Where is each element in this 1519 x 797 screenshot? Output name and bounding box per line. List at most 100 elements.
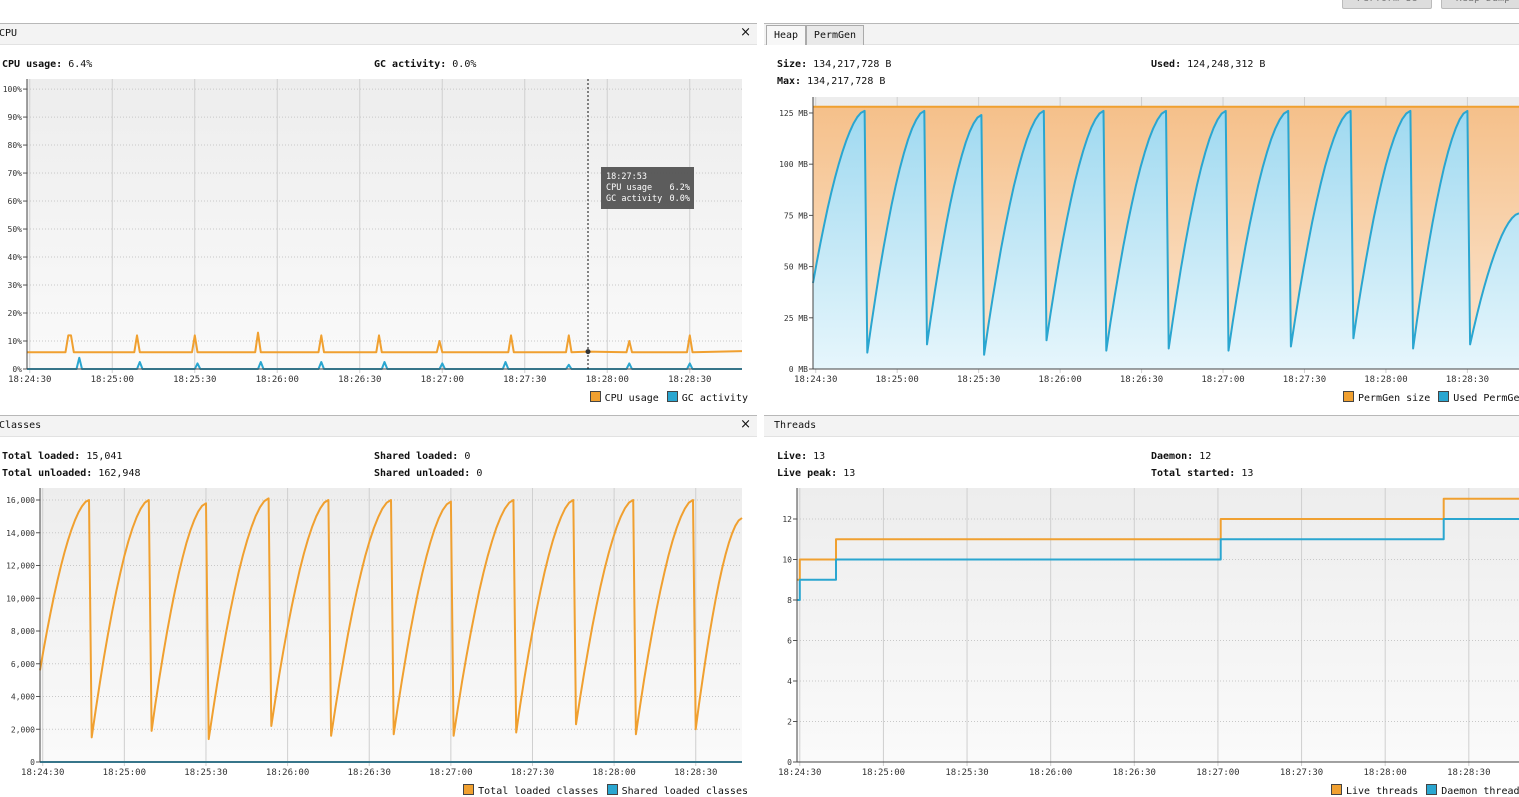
y-tick-label: 50 MB	[784, 263, 808, 272]
live-label: Live:	[777, 451, 808, 462]
y-tick-label: 14,000	[6, 529, 35, 538]
size-stat: Size: 134,217,728 B	[777, 59, 891, 70]
y-tick-label: 30%	[8, 281, 23, 290]
threads-chart: 18:24:30 18:25:00 18:25:30 18:26:00 18:26:30…	[778, 488, 1519, 778]
x-tick-label: 18:24:30	[21, 768, 64, 778]
live-peak-value: 13	[843, 468, 856, 479]
x-tick-label: 18:26:00	[1029, 768, 1072, 778]
x-tick-label: 18:26:30	[1120, 375, 1163, 385]
legend-swatch	[1426, 784, 1438, 795]
x-tick-label: 18:24:30	[8, 375, 51, 385]
x-tick-label: 18:27:30	[1280, 768, 1323, 778]
x-tick-label: 18:28:00	[586, 375, 629, 385]
x-tick-label: 18:27:00	[421, 375, 464, 385]
legend-item-cpu-usage: CPU usage	[589, 391, 659, 404]
y-tick-label: 4,000	[11, 693, 35, 702]
x-tick-label: 18:25:00	[875, 375, 918, 385]
tab-permgen[interactable]: PermGen	[806, 25, 864, 45]
x-tick-label: 18:24:30	[778, 768, 821, 778]
legend-swatch	[589, 391, 601, 402]
used-label: Used:	[1151, 59, 1182, 70]
tooltip-value: 6.2%	[669, 183, 690, 193]
legend-swatch	[606, 784, 618, 795]
close-icon[interactable]: ×	[740, 417, 751, 432]
total-started-value: 13	[1241, 468, 1254, 479]
tooltip-row: GC activity 0.0%	[606, 194, 694, 205]
cpu-panel-header: CPU ×	[0, 23, 757, 45]
classes-legend: Total loaded classes Shared loaded class…	[463, 784, 748, 797]
tooltip-row: CPU usage 6.2%	[606, 183, 694, 194]
y-tick-label: 10%	[8, 337, 23, 346]
permgen-chart: 18:24:30 18:25:00 18:25:30 18:26:00 18:26:30…	[779, 97, 1519, 385]
x-tick-label: 18:28:30	[674, 768, 717, 778]
x-tick-label: 18:27:30	[1283, 375, 1326, 385]
legend-item-permgen-size: PermGen size	[1343, 391, 1430, 404]
x-tick-label: 18:26:30	[348, 768, 391, 778]
total-loaded-stat: Total loaded: 15,041	[2, 451, 122, 462]
legend-item-daemon-threads: Daemon threads	[1426, 784, 1519, 797]
y-tick-label: 70%	[8, 169, 23, 178]
y-tick-label: 20%	[8, 309, 23, 318]
x-tick-label: 18:25:30	[957, 375, 1000, 385]
tab-heap[interactable]: Heap	[766, 25, 806, 45]
x-tick-label: 18:28:30	[1446, 375, 1489, 385]
legend-label: Shared loaded classes	[621, 786, 748, 797]
x-tick-label: 18:28:30	[668, 375, 711, 385]
y-tick-label: 8	[787, 596, 792, 605]
y-tick-label: 50%	[8, 225, 23, 234]
x-tick-label: 18:27:30	[511, 768, 554, 778]
plot-background	[797, 488, 1519, 762]
max-stat: Max: 134,217,728 B	[777, 76, 885, 87]
total-unloaded-label: Total unloaded:	[2, 468, 93, 479]
y-tick-label: 6,000	[11, 660, 35, 669]
legend-item-total-loaded: Total loaded classes	[463, 784, 599, 797]
legend-swatch	[666, 391, 678, 402]
legend-label: CPU usage	[604, 393, 659, 404]
y-tick-label: 6	[787, 636, 792, 645]
x-tick-label: 18:25:30	[173, 375, 216, 385]
cpu-usage-value: 6.4%	[68, 59, 93, 70]
shared-unloaded-label: Shared unloaded:	[374, 468, 471, 479]
x-tick-label: 18:25:00	[862, 768, 905, 778]
legend-label: PermGen size	[1358, 393, 1431, 404]
shared-loaded-label: Shared loaded:	[374, 451, 459, 462]
x-tick-label: 18:28:30	[1447, 768, 1490, 778]
live-stat: Live: 13	[777, 451, 825, 462]
cursor-point	[585, 349, 591, 355]
cpu-usage-stat: CPU usage: 6.4%	[2, 59, 92, 70]
legend-swatch	[1343, 391, 1354, 402]
shared-loaded-stat: Shared loaded: 0	[374, 451, 470, 462]
daemon-label: Daemon:	[1151, 451, 1194, 462]
classes-panel-header: Classes ×	[0, 415, 757, 437]
legend-item-shared-loaded: Shared loaded classes	[606, 784, 748, 797]
plot-background	[27, 79, 742, 369]
shared-loaded-value: 0	[464, 451, 471, 462]
y-tick-label: 10,000	[6, 594, 35, 603]
legend-label: GC activity	[681, 393, 748, 404]
tooltip-label: GC activity	[606, 194, 663, 204]
cpu-usage-label: CPU usage:	[2, 59, 63, 70]
tooltip-label: CPU usage	[606, 183, 653, 193]
shared-unloaded-value: 0	[476, 468, 483, 479]
x-tick-label: 18:27:30	[503, 375, 546, 385]
total-unloaded-value: 162,948	[98, 468, 141, 479]
size-value: 134,217,728 B	[813, 59, 892, 70]
memory-panel-header: Heap PermGen	[764, 23, 1519, 45]
size-label: Size:	[777, 59, 808, 70]
y-tick-label: 0%	[12, 365, 22, 374]
tooltip-time: 18:27:53	[606, 172, 647, 182]
y-tick-label: 8,000	[11, 627, 35, 636]
daemon-value: 12	[1199, 451, 1212, 462]
y-tick-label: 2	[787, 717, 792, 726]
legend-item-live-threads: Live threads	[1331, 784, 1418, 797]
close-icon[interactable]: ×	[740, 25, 751, 40]
max-label: Max:	[777, 76, 802, 87]
y-tick-label: 0	[30, 758, 35, 767]
live-value: 13	[813, 451, 826, 462]
y-tick-label: 60%	[8, 197, 23, 206]
shared-unloaded-stat: Shared unloaded: 0	[374, 468, 482, 479]
y-tick-label: 100 MB	[779, 160, 808, 169]
legend-item-gc-activity: GC activity	[666, 391, 748, 404]
legend-label: Daemon threads	[1441, 786, 1519, 797]
classes-chart: 18:24:30 18:25:00 18:25:30 18:26:00 18:26:30…	[6, 488, 743, 778]
